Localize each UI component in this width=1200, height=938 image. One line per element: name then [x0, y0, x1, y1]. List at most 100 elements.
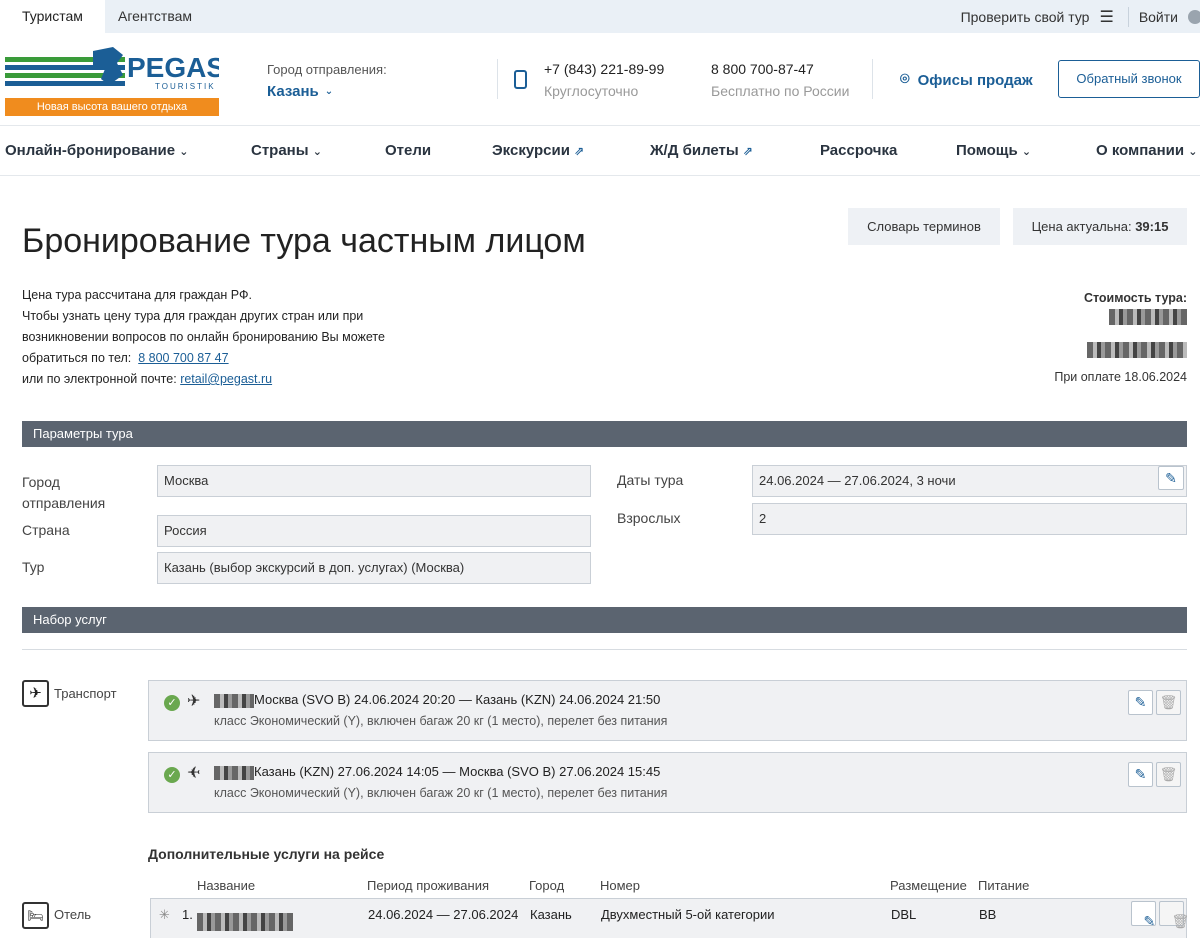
chevron-down-icon: ⌄	[324, 86, 334, 97]
hotel-num: 1.	[182, 907, 193, 922]
phone-free-subtitle: Бесплатно по России	[711, 83, 850, 99]
table-row: ✳ 1. 24.06.2024 — 27.06.2024 Казань Двух…	[150, 898, 1189, 938]
login-link[interactable]: Войти	[1139, 9, 1178, 25]
edit-flight-button[interactable]: ✎	[1128, 690, 1153, 715]
nav-countries[interactable]: Страны ⌄	[251, 142, 322, 159]
check-icon: ✓	[164, 767, 180, 783]
main-nav: Онлайн-бронирование ⌄ Страны ⌄ Отели Экс…	[0, 126, 1200, 176]
edit-dates-button[interactable]: ✎	[1158, 466, 1184, 490]
nav-installment[interactable]: Рассрочка	[820, 142, 897, 159]
nav-hotels[interactable]: Отели	[385, 142, 431, 159]
city-select[interactable]: Казань ⌄	[267, 83, 333, 100]
price-valid-label: Цена актуальна:	[1031, 219, 1132, 234]
plane-return-icon: ✈	[187, 765, 201, 782]
nav-label: Экскурсии	[492, 142, 570, 159]
flight-details: класс Экономический (Y), включен багаж 2…	[214, 786, 668, 800]
city-label: Город отправления:	[267, 62, 387, 77]
cost-label: Стоимость тура:	[1083, 291, 1187, 305]
adults-field-label: Взрослых	[617, 510, 681, 526]
delete-hotel-button[interactable]: 🗑	[1159, 901, 1189, 929]
nav-label: О компании	[1096, 142, 1185, 159]
hotel-period: 24.06.2024 — 27.06.2024	[368, 907, 519, 922]
flight-details: класс Экономический (Y), включен багаж 2…	[214, 714, 668, 728]
pencil-icon: ✎	[1134, 694, 1147, 710]
user-icon[interactable]	[1188, 9, 1200, 24]
nav-label: Онлайн-бронирование	[5, 142, 176, 159]
check-icon: ✓	[164, 695, 180, 711]
nav-train-tickets[interactable]: Ж/Д билеты ⇗	[650, 142, 753, 159]
column-header-room: Номер	[600, 878, 641, 893]
nav-online-booking[interactable]: Онлайн-бронирование ⌄	[5, 142, 188, 159]
info-prefix: или по электронной почте:	[22, 372, 177, 386]
tour-field-label: Тур	[22, 559, 45, 575]
divider	[22, 649, 1187, 650]
edit-flight-button[interactable]: ✎	[1128, 762, 1153, 787]
extra-services-title: Дополнительные услуги на рейсе	[148, 846, 385, 862]
external-link-icon: ⇗	[742, 144, 753, 158]
hotel-label: Отель	[54, 907, 92, 922]
info-text: Цена тура рассчитана для граждан РФ. Что…	[22, 285, 442, 390]
city-field-label: Город отправления	[22, 474, 106, 511]
location-pin-icon: ⌾	[900, 71, 910, 88]
country-field: Россия	[157, 515, 591, 547]
bed-icon: 🛏	[22, 902, 49, 929]
tab-agencies[interactable]: Агентствам	[96, 0, 214, 33]
chevron-down-icon: ⌄	[179, 146, 189, 158]
glossary-button[interactable]: Словарь терминов	[848, 208, 1000, 245]
pegas-logo[interactable]: PEGAS TOURISTIK	[5, 45, 219, 105]
column-header-period: Период проживания	[367, 878, 489, 893]
svg-text:PEGAS: PEGAS	[127, 52, 219, 83]
callback-button[interactable]: Обратный звонок	[1058, 60, 1200, 98]
trash-icon: 🗑	[1159, 766, 1178, 782]
airplane-icon: ✈	[22, 680, 49, 707]
loading-icon: ✳	[159, 907, 170, 922]
slogan: Новая высота вашего отдыха	[5, 98, 219, 116]
flight-route: Москва (SVO B) 24.06.2024 20:20 — Казань…	[214, 692, 660, 708]
dates-field-label: Даты тура	[617, 472, 684, 488]
price-timer: Цена актуальна: 39:15	[1013, 208, 1187, 245]
nav-about[interactable]: О компании ⌄	[1096, 142, 1198, 159]
divider	[872, 59, 873, 99]
divider	[497, 59, 498, 99]
price-timer-value: 39:15	[1135, 219, 1169, 234]
phone-icon	[514, 70, 527, 89]
hotel-placement: DBL	[891, 907, 917, 922]
pencil-icon: ✎	[1134, 766, 1147, 782]
list-icon[interactable]: ☰	[1099, 7, 1113, 27]
check-tour-link[interactable]: Проверить свой тур	[961, 9, 1090, 25]
trash-icon: 🗑	[1171, 913, 1190, 929]
info-email-link[interactable]: retail@pegast.ru	[180, 372, 272, 386]
nav-excursions[interactable]: Экскурсии ⇗	[492, 142, 584, 159]
cost-value-redacted	[1109, 309, 1187, 325]
flight-card: ✓ ✈ Казань (KZN) 27.06.2024 14:05 — Моск…	[148, 752, 1187, 813]
divider	[1127, 6, 1129, 27]
flight-route-text: Казань (KZN) 27.06.2024 14:05 — Москва (…	[254, 764, 661, 779]
flight-route-text: Москва (SVO B) 24.06.2024 20:20 — Казань…	[254, 692, 661, 707]
flight-card: ✓ ✈ Москва (SVO B) 24.06.2024 20:20 — Ка…	[148, 680, 1187, 741]
tab-tourists[interactable]: Туристам	[0, 0, 105, 33]
info-line: обратиться по тел: 8 800 700 87 47	[22, 348, 442, 369]
pencil-icon: ✎	[1143, 913, 1156, 929]
plane-depart-icon: ✈	[187, 693, 201, 710]
info-phone-link[interactable]: 8 800 700 87 47	[138, 351, 228, 365]
tour-field: Казань (выбор экскурсий в доп. услугах) …	[157, 552, 591, 584]
info-line: возникновении вопросов по онлайн брониро…	[22, 330, 385, 344]
top-bar-right: Проверить свой тур ☰ Войти	[961, 0, 1200, 33]
svg-text:TOURISTIK: TOURISTIK	[155, 82, 216, 91]
info-line: Цена тура рассчитана для граждан РФ.	[22, 288, 252, 302]
phone-number-free[interactable]: 8 800 700-87-47	[711, 61, 814, 77]
delete-flight-button[interactable]: 🗑	[1156, 690, 1181, 715]
info-line: Чтобы узнать цену тура для граждан други…	[22, 309, 364, 323]
hotel-meal: BB	[979, 907, 997, 922]
delete-flight-button[interactable]: 🗑	[1156, 762, 1181, 787]
offices-link[interactable]: ⌾ Офисы продаж	[900, 71, 1033, 89]
cost-total-redacted	[1087, 342, 1187, 358]
pencil-icon: ✎	[1165, 470, 1177, 486]
chevron-down-icon: ⌄	[1188, 146, 1198, 158]
trash-icon: 🗑	[1159, 694, 1178, 710]
nav-help[interactable]: Помощь ⌄	[956, 142, 1031, 159]
edit-hotel-button[interactable]: ✎	[1131, 901, 1156, 929]
chevron-down-icon: ⌄	[312, 146, 322, 158]
transport-label: Транспорт	[54, 686, 117, 701]
phone-number[interactable]: +7 (843) 221-89-99	[544, 61, 664, 77]
